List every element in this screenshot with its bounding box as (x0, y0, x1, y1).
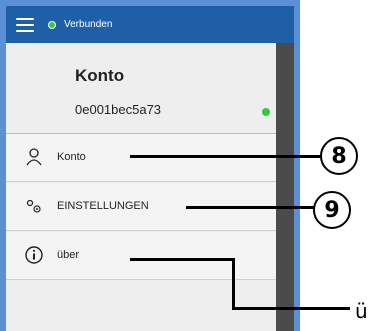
gears-icon (26, 199, 41, 213)
callout-badge-9: 9 (313, 191, 351, 229)
connection-status-text: Verbunden (64, 19, 113, 30)
callout-line-ueber-h2 (232, 307, 350, 310)
callout-line-ueber-v (232, 258, 235, 310)
callout-badge-8: 8 (320, 137, 358, 175)
app-screen: Verbunden Konto 0e001bec5a73 Konto EINST… (6, 6, 294, 331)
callout-line-9 (186, 206, 314, 209)
menu-item-label: EINSTELLUNGEN (57, 200, 149, 212)
person-icon (26, 148, 42, 166)
account-title: Konto (75, 66, 125, 85)
callout-line-ueber-h1 (130, 258, 234, 261)
divider (6, 279, 276, 280)
connection-status-dot (48, 20, 56, 29)
drawer-scrim[interactable] (276, 43, 294, 331)
info-icon (25, 246, 43, 264)
account-id: 0e001bec5a73 (75, 102, 162, 117)
menu-item-label: Konto (57, 151, 86, 163)
divider (6, 230, 276, 231)
navigation-drawer: Konto 0e001bec5a73 Konto EINSTELLUNGEN ü… (6, 43, 276, 331)
app-bar: Verbunden (6, 6, 294, 43)
account-online-dot (262, 108, 270, 116)
hamburger-menu-icon[interactable] (16, 17, 34, 32)
device-frame: Verbunden Konto 0e001bec5a73 Konto EINST… (0, 0, 300, 331)
menu-item-ueber[interactable]: über (6, 232, 276, 280)
callout-label-ueber: üb (355, 299, 369, 323)
menu-item-label: über (57, 249, 80, 261)
callout-line-8 (130, 155, 322, 158)
divider (6, 181, 276, 182)
menu-item-konto[interactable]: Konto (6, 134, 276, 182)
